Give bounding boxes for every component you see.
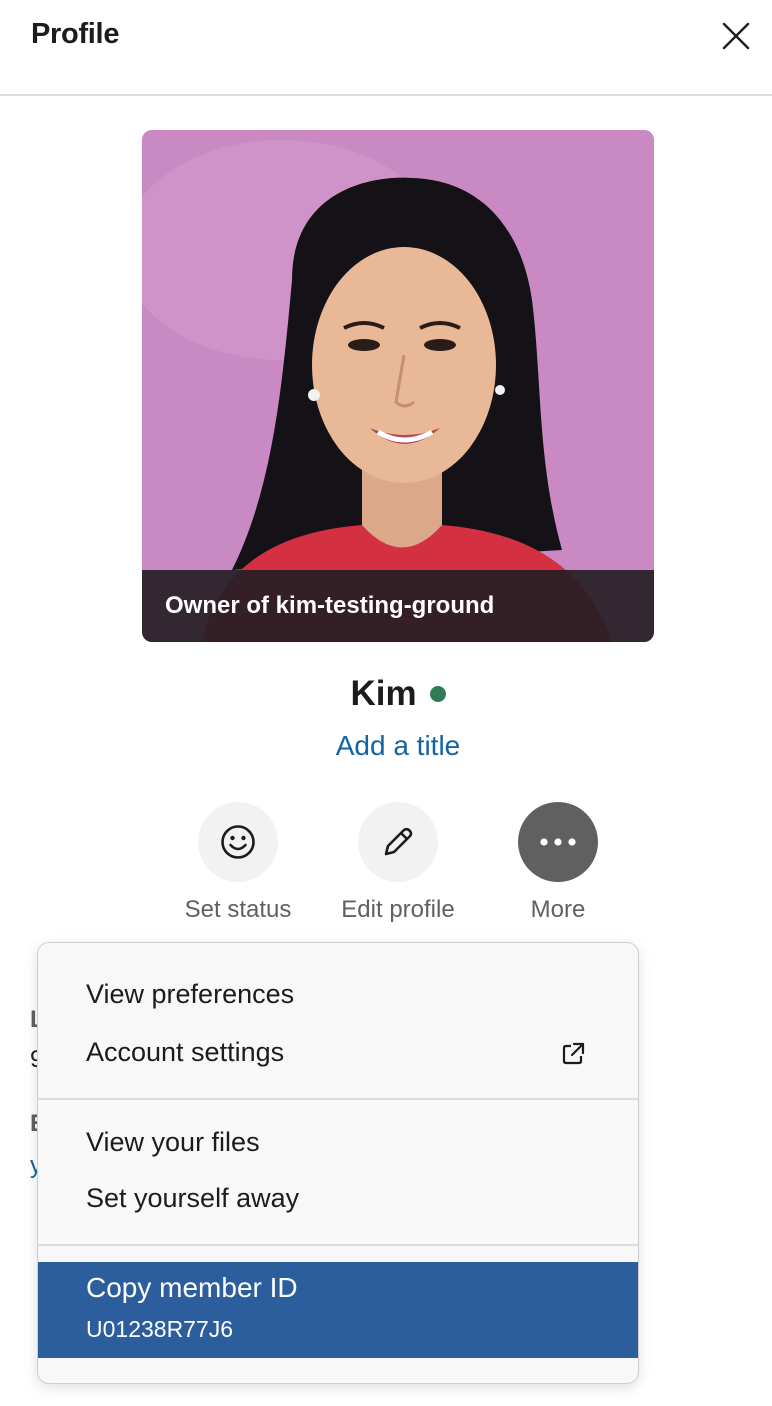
pencil-icon [384, 827, 413, 856]
account-settings-label: Account settings [86, 1037, 285, 1067]
more-dropdown-menu: View preferences Account settings View y… [37, 942, 639, 1384]
profile-portrait [142, 130, 654, 642]
member-id-value: U01238R77J6 [86, 1316, 234, 1342]
name-row: Kim [0, 674, 772, 714]
menu-item-account-settings[interactable]: Account settings [38, 1037, 638, 1068]
menu-item-copy-member-id[interactable]: Copy member ID U01238R77J6 [38, 1262, 638, 1358]
menu-divider [38, 1244, 638, 1246]
more-action: More [488, 802, 628, 924]
set-status-label: Set status [184, 896, 292, 923]
edit-profile-label: Edit profile [341, 896, 455, 923]
ellipsis-icon [540, 838, 576, 846]
edit-profile-action: Edit profile [328, 802, 468, 924]
close-icon [722, 22, 750, 50]
edit-profile-button[interactable] [358, 802, 438, 882]
close-button[interactable] [716, 16, 756, 56]
profile-name: Kim [350, 674, 417, 713]
add-title-link[interactable]: Add a title [0, 730, 772, 762]
profile-photo: Owner of kim-testing-ground [142, 130, 654, 642]
menu-item-set-yourself-away[interactable]: Set yourself away [38, 1183, 638, 1214]
set-status-action: Set status [168, 802, 308, 924]
menu-divider [38, 1098, 638, 1100]
page-title: Profile [31, 18, 120, 50]
smiley-icon [221, 825, 255, 859]
profile-header: Profile [0, 0, 772, 96]
set-status-button[interactable] [198, 802, 278, 882]
copy-member-id-label: Copy member ID [86, 1272, 298, 1303]
more-button[interactable] [518, 802, 598, 882]
external-link-icon [562, 1042, 585, 1065]
more-label: More [530, 896, 586, 923]
menu-item-view-preferences[interactable]: View preferences [38, 979, 638, 1010]
presence-indicator [429, 686, 446, 702]
profile-photo-caption: Owner of kim-testing-ground [142, 570, 654, 642]
menu-item-view-your-files[interactable]: View your files [38, 1127, 638, 1158]
